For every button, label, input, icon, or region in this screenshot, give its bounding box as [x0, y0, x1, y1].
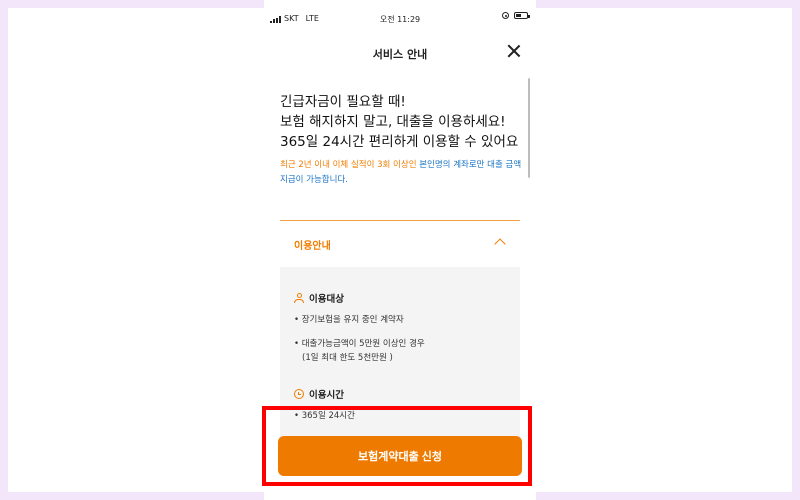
headline-line-1: 긴급자금이 필요할 때!: [280, 94, 406, 110]
close-icon[interactable]: [506, 43, 522, 59]
accordion-body: 이용대상 • 장기보험을 유지 중인 계약자 • 대출가능금액이 5만원 이상인…: [280, 267, 520, 447]
list-item: • 365일 24시간: [294, 411, 355, 421]
clock-icon: [294, 389, 304, 399]
chevron-up-icon: [494, 238, 506, 250]
battery-icon: [514, 12, 530, 19]
status-bar: SKT LTE 오전 11:29: [264, 10, 536, 28]
section-hours-title: 이용시간: [309, 390, 344, 401]
accordion-header[interactable]: 이용안내: [280, 222, 520, 266]
divider: [280, 220, 520, 221]
accordion-label: 이용안내: [294, 241, 331, 252]
notice-text: 최근 2년 이내 이체 실적이 3회 이상인 본인명의 계좌로만 대출 금액 지…: [280, 158, 525, 188]
notice-part-1: 최근 2년 이내 이체 실적이 3회 이상인: [280, 160, 420, 170]
loan-apply-button[interactable]: 보험계약대출 신청: [278, 436, 522, 476]
phone-screen: SKT LTE 오전 11:29 서비스 안내 긴급자금이 필요할 때! 보험 …: [264, 0, 536, 500]
orientation-lock-icon: [502, 12, 509, 19]
headline: 긴급자금이 필요할 때! 보험 해지하지 말고, 대출을 이용하세요! 365일…: [280, 92, 525, 152]
section-target: 이용대상: [294, 291, 344, 305]
list-item: • 장기보험을 유지 중인 계약자: [294, 315, 404, 325]
section-target-title: 이용대상: [309, 294, 344, 305]
scroll-indicator[interactable]: [528, 78, 530, 178]
header: 서비스 안내: [264, 40, 536, 66]
person-icon: [294, 292, 304, 304]
headline-line-2: 보험 해지하지 말고, 대출을 이용하세요!: [280, 114, 506, 130]
section-hours: 이용시간: [294, 387, 344, 401]
list-item: (1일 최대 한도 5천만원 ): [302, 353, 393, 363]
status-right: [502, 12, 530, 19]
list-item: • 대출가능금액이 5만원 이상인 경우: [294, 339, 425, 349]
headline-line-3: 365일 24시간 편리하게 이용할 수 있어요: [280, 134, 519, 150]
page-title: 서비스 안내: [372, 48, 428, 61]
status-time: 오전 11:29: [379, 15, 421, 24]
